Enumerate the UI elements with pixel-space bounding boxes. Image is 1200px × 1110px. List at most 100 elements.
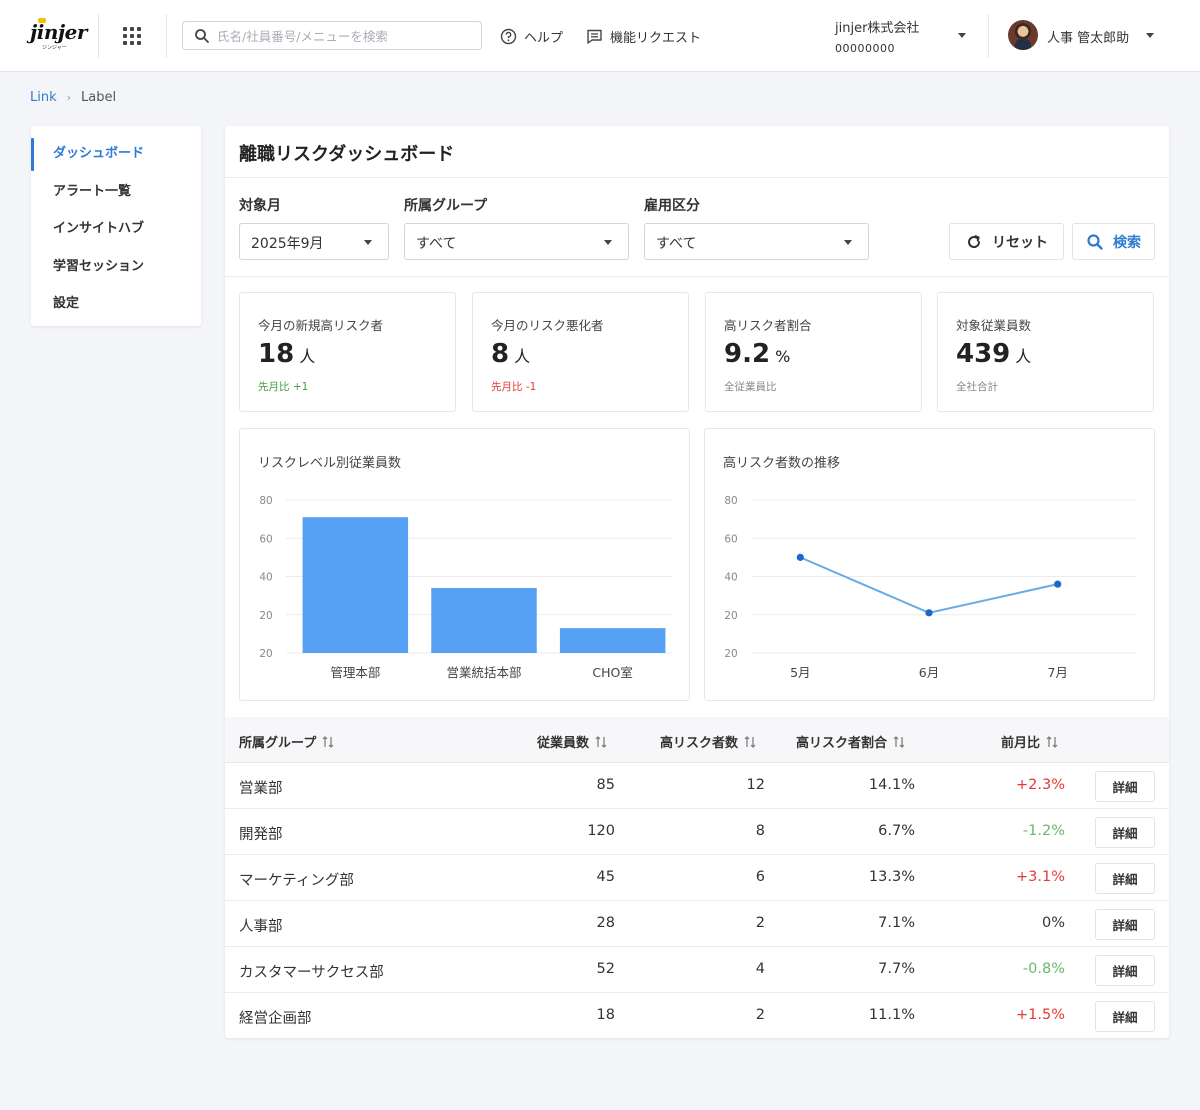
sidebar-item-label: 学習セッション (53, 258, 145, 274)
app-header: jinjer ジンジャー ヘルプ 機能リクエスト jinjer株式会社 0000… (0, 0, 1200, 72)
logo-subtext: ジンジャー (42, 45, 67, 51)
global-search[interactable] (182, 21, 482, 50)
dashboard-card: 離職リスクダッシュボード 対象月 2025年9月 所属グループ すべて 雇用区分… (225, 126, 1169, 1039)
cell-employees: 120 (587, 823, 615, 839)
sidebar-item-learning[interactable]: 学習セッション (31, 246, 201, 284)
help-link[interactable]: ヘルプ (500, 25, 563, 47)
kpi-title: 高リスク者割合 (724, 318, 812, 333)
app-grid-icon[interactable] (121, 25, 143, 47)
sidebar-item-settings[interactable]: 設定 (31, 283, 201, 321)
kpi-number: 9.2 (724, 339, 771, 369)
column-header-group[interactable]: 所属グループ (239, 732, 334, 751)
chevron-right-icon: › (66, 91, 72, 104)
cell-group: 人事部 (239, 919, 283, 935)
y-tick-label: 20 (724, 648, 737, 660)
column-header-change[interactable]: 前月比 (1001, 732, 1058, 751)
header-divider (166, 14, 167, 58)
chevron-down-icon[interactable] (958, 33, 966, 38)
cell-ratio: 14.1% (868, 777, 915, 793)
column-header-high-risk[interactable]: 高リスク者数 (660, 732, 756, 751)
detail-button[interactable]: 詳細 (1095, 909, 1155, 940)
table-row: 経営企画部 18 2 11.1% +1.5% 詳細 (225, 993, 1169, 1039)
sidebar-item-label: インサイトハブ (53, 221, 145, 237)
group-filter-label: 所属グループ (404, 198, 488, 214)
search-button[interactable]: 検索 (1072, 223, 1155, 260)
y-tick-label: 60 (724, 533, 737, 545)
y-tick-label: 20 (259, 610, 272, 622)
detail-button[interactable]: 詳細 (1095, 1001, 1155, 1032)
search-input[interactable] (217, 26, 473, 46)
chevron-down-icon (844, 240, 852, 245)
line-chart-card: 高リスク者数の推移 20 20 40 60 80 5月 6月 7月 (704, 428, 1155, 701)
x-tick-label: 管理本部 (330, 665, 380, 680)
detail-button[interactable]: 詳細 (1095, 817, 1155, 848)
kpi-note: 全従業員比 (724, 381, 777, 393)
breadcrumb-current: Label (81, 90, 117, 105)
sort-icon (744, 735, 756, 748)
cell-ratio: 7.7% (878, 961, 915, 977)
cell-group: 開発部 (239, 827, 283, 843)
kpi-title: 今月のリスク悪化者 (491, 318, 604, 333)
breadcrumb-link[interactable]: Link (30, 90, 57, 105)
sidebar-item-dashboard[interactable]: ダッシュボード (31, 133, 201, 171)
sort-icon (595, 735, 607, 748)
kpi-title: 今月の新規高リスク者 (258, 318, 384, 333)
company-name: jinjer株式会社 (835, 21, 920, 36)
kpi-note: 全社合計 (956, 381, 998, 393)
sidebar-item-insight-hub[interactable]: インサイトハブ (31, 208, 201, 246)
chevron-down-icon[interactable] (1146, 33, 1154, 38)
breadcrumb: Link › Label (30, 90, 116, 105)
page-title: 離職リスクダッシュボード (239, 144, 455, 165)
kpi-value: 9.2% (724, 339, 790, 369)
kpi-number: 439 (956, 339, 1011, 369)
bar (302, 517, 409, 653)
data-point (1054, 580, 1062, 588)
sidebar-item-alerts[interactable]: アラート一覧 (31, 171, 201, 209)
user-avatar[interactable] (1008, 20, 1038, 50)
company-switcher[interactable]: jinjer株式会社 00000000 (835, 17, 919, 55)
employment-select[interactable]: すべて (644, 223, 869, 260)
cell-employees: 28 (596, 915, 615, 931)
cell-high-risk: 6 (755, 869, 765, 885)
detail-button[interactable]: 詳細 (1095, 771, 1155, 802)
y-tick-label: 80 (259, 495, 272, 507)
kpi-unit: 人 (514, 347, 531, 366)
month-select[interactable]: 2025年9月 (239, 223, 389, 260)
x-tick-label: 7月 (1047, 665, 1067, 680)
help-label: ヘルプ (524, 30, 564, 46)
user-name[interactable]: 人事 管太郎助 (1047, 27, 1129, 46)
column-header-employees[interactable]: 従業員数 (537, 732, 607, 751)
cell-group: カスタマーサクセス部 (239, 965, 384, 981)
jinjer-logo[interactable]: jinjer ジンジャー (30, 18, 87, 54)
reset-button[interactable]: リセット (949, 223, 1064, 260)
column-header-ratio[interactable]: 高リスク者割合 (796, 732, 905, 751)
sidebar-nav: ダッシュボード アラート一覧 インサイトハブ 学習セッション 設定 (31, 126, 201, 326)
cell-high-risk: 2 (755, 915, 765, 931)
feature-request-label: 機能リクエスト (610, 30, 702, 46)
cell-employees: 85 (596, 777, 615, 793)
cell-group: 営業部 (239, 781, 283, 797)
y-tick-label: 80 (724, 495, 737, 507)
group-select[interactable]: すべて (404, 223, 629, 260)
group-select-value: すべて (416, 236, 457, 252)
cell-high-risk: 4 (755, 961, 765, 977)
column-label: 前月比 (1001, 736, 1041, 751)
employment-filter-label: 雇用区分 (644, 198, 700, 214)
detail-button[interactable]: 詳細 (1095, 955, 1155, 986)
column-label: 従業員数 (537, 736, 590, 751)
cell-change: 0% (1041, 915, 1065, 931)
table-row: 人事部 28 2 7.1% 0% 詳細 (225, 901, 1169, 947)
data-point (925, 609, 933, 617)
kpi-note: 先月比 -1 (491, 381, 537, 393)
cell-group: 経営企画部 (239, 1011, 312, 1027)
line-chart: 20 20 40 60 80 5月 6月 7月 (724, 495, 1137, 680)
feature-request-link[interactable]: 機能リクエスト (586, 25, 701, 47)
cell-high-risk: 12 (746, 777, 765, 793)
logo-text: jinjer (30, 20, 87, 44)
employment-select-value: すべて (656, 236, 697, 252)
cell-high-risk: 8 (755, 823, 765, 839)
detail-button[interactable]: 詳細 (1095, 863, 1155, 894)
reset-label: リセット (992, 234, 1048, 251)
kpi-card-worsened: 今月のリスク悪化者 8人 先月比 -1 (472, 292, 689, 412)
sidebar-item-label: アラート一覧 (53, 183, 132, 199)
